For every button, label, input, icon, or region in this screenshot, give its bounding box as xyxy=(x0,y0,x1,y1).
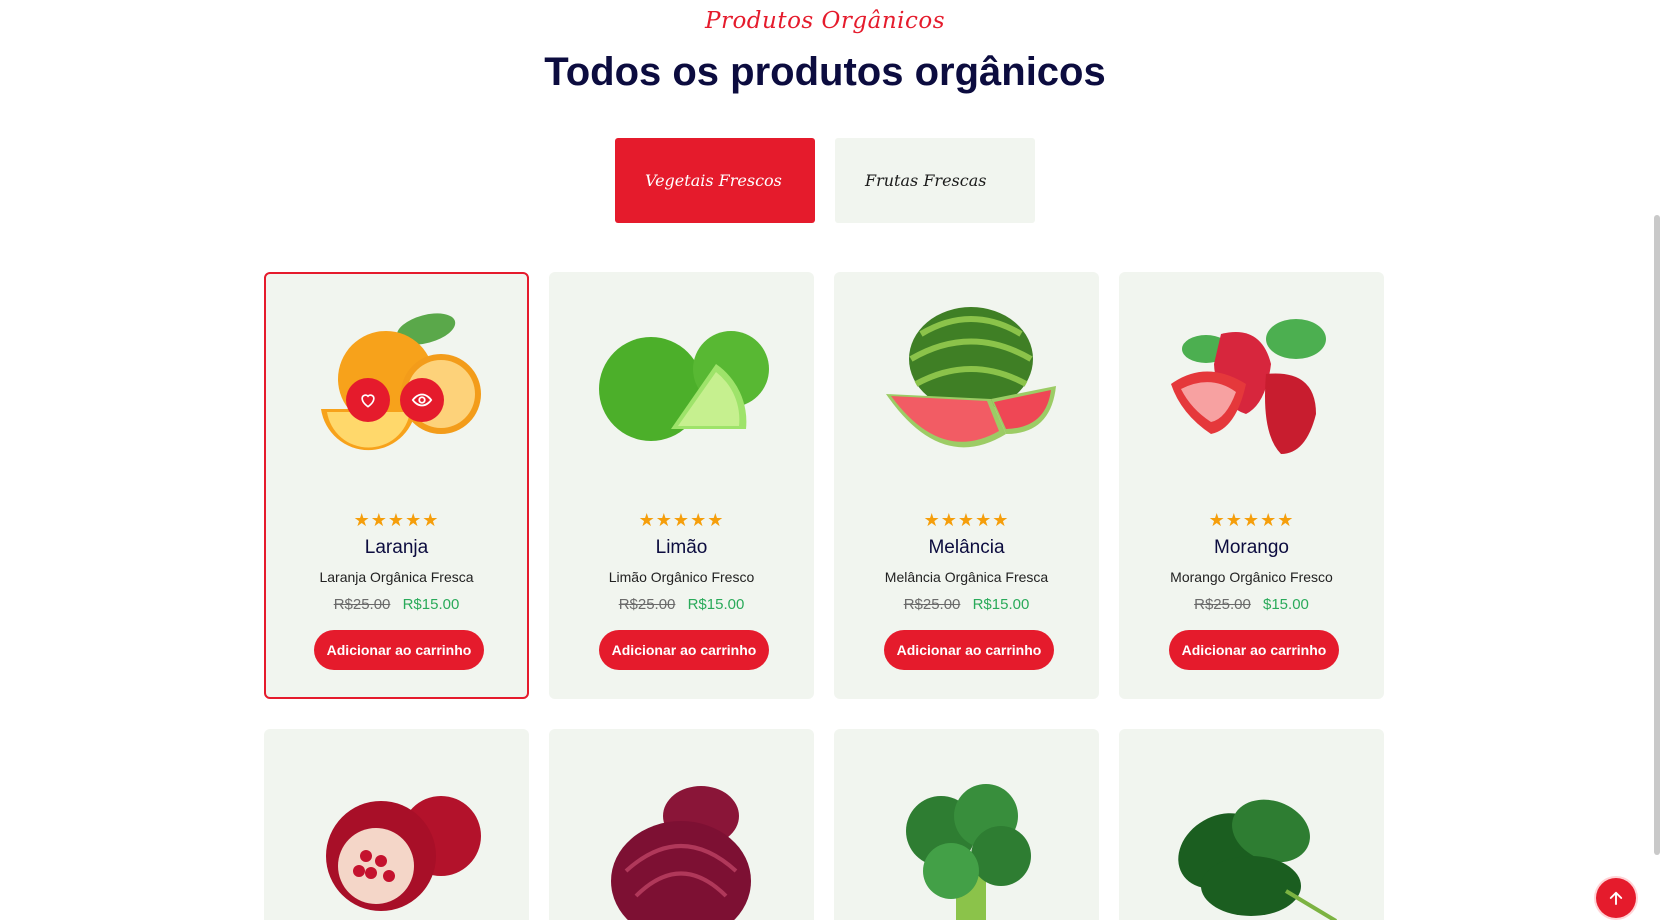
pomegranate-icon xyxy=(326,796,481,911)
old-price: R$25.00 xyxy=(1194,596,1251,613)
product-card-melancia[interactable]: ★★★★★ Melância Melância Orgânica Fresca … xyxy=(834,272,1099,699)
new-price: R$15.00 xyxy=(402,596,460,613)
new-price: R$15.00 xyxy=(972,596,1030,613)
page-scrollbar[interactable] xyxy=(1652,0,1662,920)
wishlist-button[interactable] xyxy=(346,378,390,422)
product-name: Laranja xyxy=(364,537,429,558)
product-description: Limão Orgânico Fresco xyxy=(608,569,755,585)
section-title: Todos os produtos orgânicos xyxy=(544,50,1106,94)
arrow-up-icon xyxy=(1609,891,1623,905)
watermelon-icon xyxy=(886,307,1056,448)
product-card-espinafre[interactable] xyxy=(1119,729,1384,920)
red-onion-icon xyxy=(611,786,751,920)
new-price: $15.00 xyxy=(1263,596,1309,613)
product-card-laranja[interactable]: ★★★★★ Laranja Laranja Orgânica Fresca R$… xyxy=(264,272,529,699)
rating-stars: ★★★★★ xyxy=(923,510,1010,530)
eye-icon xyxy=(411,393,433,407)
products-page: Produtos Orgânicos Todos os produtos org… xyxy=(0,0,1662,920)
product-name: Morango xyxy=(1214,537,1289,558)
add-to-cart-button[interactable]: Adicionar ao carrinho xyxy=(314,630,484,670)
product-prices: R$25.00 R$15.00 xyxy=(836,596,1097,613)
tab-frutas-frescas[interactable]: Frutas Frescas xyxy=(835,138,1035,223)
rating-stars: ★★★★★ xyxy=(1208,510,1295,530)
add-to-cart-button[interactable]: Adicionar ao carrinho xyxy=(1169,630,1339,670)
product-name: Limão xyxy=(655,537,708,558)
category-tabs: Vegetais Frescos Frutas Frescas xyxy=(615,138,1035,223)
add-to-cart-button[interactable]: Adicionar ao carrinho xyxy=(884,630,1054,670)
quick-view-button[interactable] xyxy=(400,378,444,422)
product-prices: R$25.00 R$15.00 xyxy=(551,596,812,613)
product-description: Laranja Orgânica Fresca xyxy=(319,569,474,585)
tab-vegetais-frescos[interactable]: Vegetais Frescos xyxy=(615,138,815,223)
lime-icon xyxy=(599,331,769,441)
product-card-brocolis[interactable] xyxy=(834,729,1099,920)
product-prices: R$25.00 R$15.00 xyxy=(266,596,527,613)
product-card-limao[interactable]: ★★★★★ Limão Limão Orgânico Fresco R$25.0… xyxy=(549,272,814,699)
broccoli-icon xyxy=(906,784,1031,920)
new-price: R$15.00 xyxy=(687,596,745,613)
section-subtitle: Produtos Orgânicos xyxy=(704,8,946,34)
scroll-to-top-button[interactable] xyxy=(1596,878,1636,918)
strawberry-icon xyxy=(1171,319,1326,454)
rating-stars: ★★★★★ xyxy=(638,510,725,530)
old-price: R$25.00 xyxy=(903,596,961,613)
orange-icon xyxy=(321,313,481,451)
product-prices: R$25.00 $15.00 xyxy=(1121,596,1382,613)
product-card-cebola[interactable] xyxy=(549,729,814,920)
product-card-morango[interactable]: ★★★★★ Morango Morango Orgânico Fresco R$… xyxy=(1119,272,1384,699)
old-price: R$25.00 xyxy=(333,596,391,613)
heart-icon xyxy=(361,394,375,408)
rating-stars: ★★★★★ xyxy=(353,510,440,530)
old-price: R$25.00 xyxy=(618,596,676,613)
spinach-icon xyxy=(1178,799,1338,920)
product-description: Morango Orgânico Fresco xyxy=(1170,569,1333,585)
product-grid: ★★★★★ Laranja Laranja Orgânica Fresca R$… xyxy=(264,272,1384,920)
product-name: Melância xyxy=(928,537,1005,558)
add-to-cart-button[interactable]: Adicionar ao carrinho xyxy=(599,630,769,670)
scrollbar-thumb[interactable] xyxy=(1654,215,1660,855)
product-description: Melância Orgânica Fresca xyxy=(884,569,1049,585)
product-card-romã[interactable] xyxy=(264,729,529,920)
